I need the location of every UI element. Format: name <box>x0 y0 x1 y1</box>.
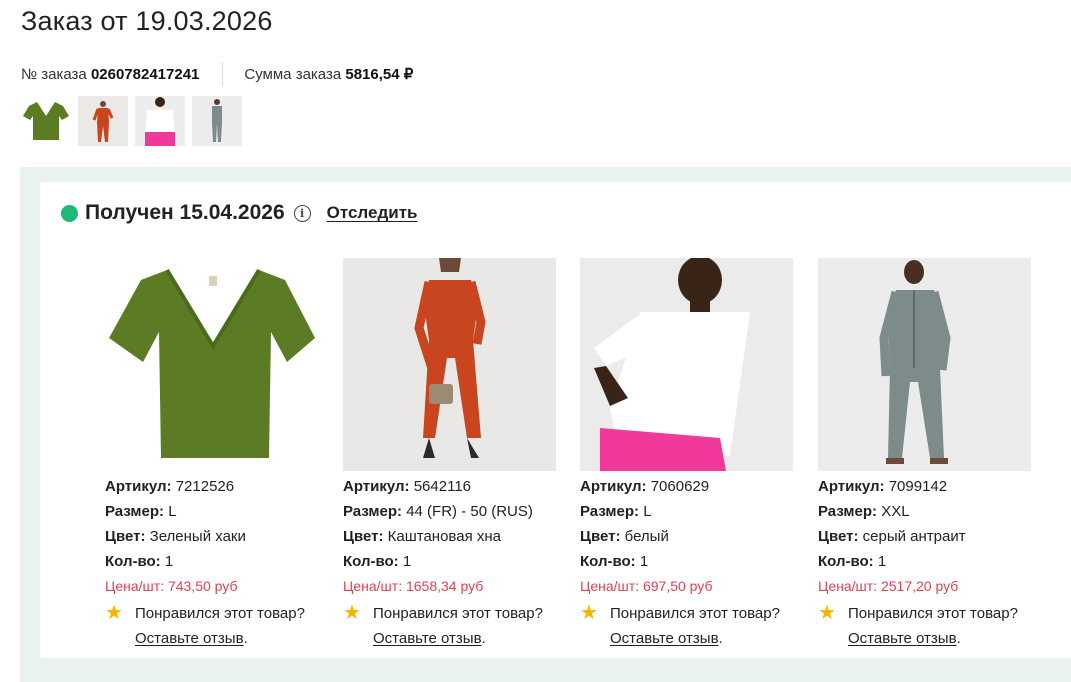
star-icon: ★ <box>818 602 836 624</box>
article-label: Артикул: <box>580 478 647 495</box>
review-period: . <box>956 630 961 647</box>
price: Цена/шт: 743,50 руб <box>105 578 238 594</box>
article-label: Артикул: <box>343 478 410 495</box>
order-thumbnails <box>21 96 242 146</box>
product-card: Артикул: 7212526 Размер: L Цвет: Зеленый… <box>105 258 318 651</box>
track-link[interactable]: Отследить <box>327 203 418 223</box>
qty-label: Кол-во: <box>818 553 874 570</box>
order-number-value: 0260782417241 <box>90 65 200 83</box>
color-label: Цвет: <box>818 528 859 545</box>
product-card: Артикул: 7099142 Размер: XXL Цвет: серый… <box>818 258 1031 651</box>
review-prompt: Понравился этот товар? <box>373 605 543 622</box>
product-card: Артикул: 7060629 Размер: L Цвет: белый К… <box>580 258 793 651</box>
price: Цена/шт: 2517,20 руб <box>818 578 959 594</box>
page-title: Заказ от 19.03.2026 <box>21 6 273 36</box>
review-link[interactable]: Оставьте отзыв <box>373 630 482 647</box>
product-card: Артикул: 5642116 Размер: 44 (FR) - 50 (R… <box>343 258 556 651</box>
star-icon: ★ <box>105 602 123 624</box>
review-period: . <box>718 630 723 647</box>
divider <box>222 62 224 86</box>
thumbnail-tshirt-green[interactable] <box>21 96 71 146</box>
shipment-status: Получен 15.04.2026 i Отследить <box>61 201 417 225</box>
review-period: . <box>243 630 248 647</box>
review-prompt: Понравился этот товар? <box>610 605 780 622</box>
product-image-jumpsuit-orange[interactable] <box>343 258 556 471</box>
qty-value: 1 <box>402 553 412 570</box>
price: Цена/шт: 697,50 руб <box>580 578 713 594</box>
size-value: 44 (FR) - 50 (RUS) <box>406 503 533 520</box>
size-value: L <box>643 503 652 520</box>
article-value: 7212526 <box>175 478 235 495</box>
product-image-tshirt-white[interactable] <box>580 258 793 471</box>
size-label: Размер: <box>580 503 640 520</box>
size-label: Размер: <box>105 503 165 520</box>
color-value: Зеленый хаки <box>149 528 246 545</box>
price: Цена/шт: 1658,34 руб <box>343 578 484 594</box>
product-image-pajama-grey[interactable] <box>818 258 1031 471</box>
status-dot-icon <box>61 204 78 222</box>
review-prompt: Понравился этот товар? <box>848 605 1018 622</box>
order-meta: № заказа 0260782417241 Сумма заказа 5816… <box>21 62 413 86</box>
order-sum-value: 5816,54 ₽ <box>345 66 414 83</box>
star-icon: ★ <box>580 602 598 624</box>
review-link[interactable]: Оставьте отзыв <box>610 630 719 647</box>
article-value: 7060629 <box>650 478 710 495</box>
color-label: Цвет: <box>343 528 384 545</box>
star-icon: ★ <box>343 602 361 624</box>
info-icon[interactable]: i <box>293 204 311 222</box>
article-value: 5642116 <box>413 478 472 495</box>
color-label: Цвет: <box>105 528 146 545</box>
article-value: 7099142 <box>888 478 948 495</box>
size-value: XXL <box>881 503 910 520</box>
qty-label: Кол-во: <box>343 553 399 570</box>
thumbnail-tshirt-white[interactable] <box>135 96 185 146</box>
review-link[interactable]: Оставьте отзыв <box>135 630 244 647</box>
product-image-tshirt-green[interactable] <box>105 258 318 471</box>
review-period: . <box>481 630 486 647</box>
size-value: L <box>168 503 177 520</box>
qty-value: 1 <box>164 553 174 570</box>
color-label: Цвет: <box>580 528 621 545</box>
color-value: серый антраит <box>862 528 966 545</box>
size-label: Размер: <box>818 503 878 520</box>
thumbnail-pajama-grey[interactable] <box>192 96 242 146</box>
qty-label: Кол-во: <box>105 553 161 570</box>
status-text: Получен 15.04.2026 <box>85 201 285 224</box>
qty-value: 1 <box>639 553 649 570</box>
qty-value: 1 <box>877 553 887 570</box>
review-prompt: Понравился этот товар? <box>135 605 305 622</box>
qty-label: Кол-во: <box>580 553 636 570</box>
color-value: белый <box>624 528 669 545</box>
thumbnail-jumpsuit-orange[interactable] <box>78 96 128 146</box>
article-label: Артикул: <box>105 478 172 495</box>
article-label: Артикул: <box>818 478 885 495</box>
color-value: Каштановая хна <box>387 528 501 545</box>
review-link[interactable]: Оставьте отзыв <box>848 630 957 647</box>
order-sum-label: Сумма заказа <box>244 65 342 83</box>
order-number-label: № заказа <box>21 65 87 83</box>
size-label: Размер: <box>343 503 403 520</box>
